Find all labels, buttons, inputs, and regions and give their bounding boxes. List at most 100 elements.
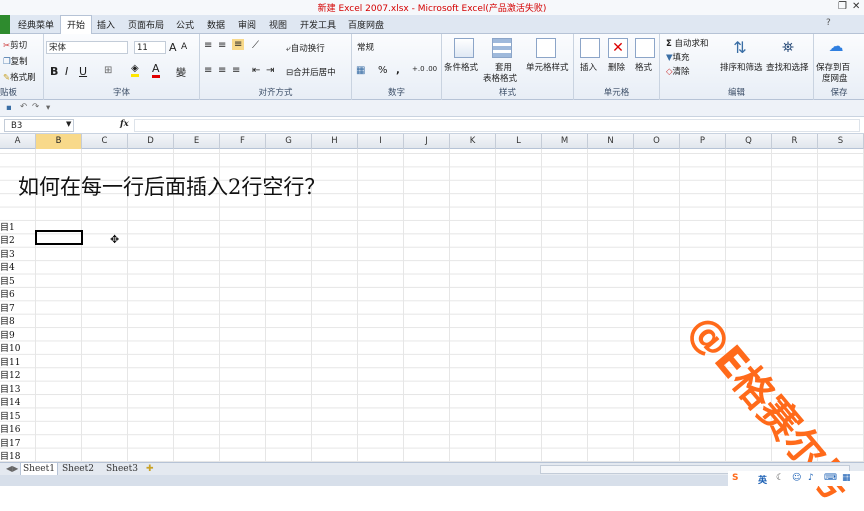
fill-color-icon[interactable]: ◈ bbox=[131, 63, 139, 77]
row-label-4[interactable]: 目4 bbox=[0, 260, 15, 273]
col-header-s[interactable]: S bbox=[818, 134, 864, 149]
row-label-2[interactable]: 目2 bbox=[0, 233, 15, 246]
align-left-icon[interactable]: ≡ bbox=[204, 65, 212, 76]
insert-cells-button[interactable]: 插入 bbox=[580, 61, 597, 73]
col-header-g[interactable]: G bbox=[266, 134, 312, 149]
fill-button[interactable]: ▼填充 bbox=[666, 51, 690, 63]
row-label-5[interactable]: 目5 bbox=[0, 274, 15, 287]
col-header-p[interactable]: P bbox=[680, 134, 726, 149]
col-header-n[interactable]: N bbox=[588, 134, 634, 149]
col-header-q[interactable]: Q bbox=[726, 134, 772, 149]
copy-button[interactable]: ❐复制 bbox=[3, 55, 28, 67]
customize-qat-icon[interactable]: ▾ bbox=[46, 103, 50, 113]
col-header-o[interactable]: O bbox=[634, 134, 680, 149]
clear-button[interactable]: ◇清除 bbox=[666, 65, 690, 77]
row-label-16[interactable]: 目16 bbox=[0, 422, 20, 435]
col-header-m[interactable]: M bbox=[542, 134, 588, 149]
row-label-18[interactable]: 目18 bbox=[0, 449, 20, 462]
align-middle-icon[interactable]: ≡ bbox=[218, 40, 226, 51]
keyboard-icon[interactable]: ⌨ bbox=[824, 473, 837, 483]
menu-view[interactable]: 视图 bbox=[269, 18, 287, 31]
orientation-icon[interactable]: ⟋ bbox=[252, 40, 259, 51]
col-header-b[interactable]: B bbox=[36, 134, 82, 149]
name-box[interactable]: B3 bbox=[4, 119, 74, 132]
menu-data[interactable]: 数据 bbox=[207, 18, 225, 31]
grid-icon[interactable]: ▦ bbox=[842, 473, 851, 483]
wrap-text-button[interactable]: ⤶自动换行 bbox=[286, 42, 325, 54]
col-header-r[interactable]: R bbox=[772, 134, 818, 149]
format-cells-button[interactable]: 格式 bbox=[635, 61, 652, 73]
row-label-10[interactable]: 目10 bbox=[0, 341, 20, 354]
row-label-8[interactable]: 目8 bbox=[0, 314, 15, 327]
help-icon[interactable]: ? bbox=[826, 18, 831, 28]
font-size-combo[interactable]: 11 bbox=[134, 41, 166, 54]
save-baidu-line2[interactable]: 度网盘 bbox=[822, 72, 848, 84]
cell-style-button[interactable]: 单元格样式 bbox=[526, 61, 569, 73]
menu-page-layout[interactable]: 页面布局 bbox=[128, 18, 164, 31]
shrink-font-icon[interactable]: A bbox=[181, 42, 187, 52]
office-button[interactable] bbox=[0, 15, 10, 34]
namebox-dropdown-icon[interactable]: ▼ bbox=[66, 120, 71, 128]
increase-indent-icon[interactable]: ⇥ bbox=[266, 65, 274, 76]
cut-button[interactable]: ✂剪切 bbox=[3, 39, 27, 51]
number-format-combo[interactable]: 常规 bbox=[354, 41, 438, 54]
row-label-14[interactable]: 目14 bbox=[0, 395, 20, 408]
row-label-13[interactable]: 目13 bbox=[0, 382, 20, 395]
delete-cells-button[interactable]: 删除 bbox=[608, 61, 625, 73]
menu-home[interactable]: 开始 bbox=[67, 18, 85, 31]
col-header-d[interactable]: D bbox=[128, 134, 174, 149]
align-right-icon[interactable]: ≡ bbox=[232, 65, 240, 76]
table-format-line2[interactable]: 表格格式 bbox=[483, 72, 517, 84]
ime-logo-icon[interactable]: S bbox=[732, 473, 738, 483]
align-center-icon[interactable]: ≡ bbox=[218, 65, 226, 76]
percent-button[interactable]: % bbox=[378, 65, 388, 76]
underline-button[interactable]: U bbox=[79, 65, 87, 78]
align-top-icon[interactable]: ≡ bbox=[204, 40, 212, 51]
col-header-c[interactable]: C bbox=[82, 134, 128, 149]
col-header-a[interactable]: A bbox=[0, 134, 36, 149]
close-icon[interactable]: ✕ bbox=[852, 1, 860, 12]
grow-font-icon[interactable]: A bbox=[169, 41, 177, 54]
format-painter-button[interactable]: ✎格式刷 bbox=[3, 71, 36, 83]
italic-button[interactable]: I bbox=[65, 65, 68, 78]
undo-icon[interactable]: ↶ bbox=[20, 102, 27, 112]
row-label-1[interactable]: 目1 bbox=[0, 220, 15, 233]
formula-input[interactable] bbox=[134, 119, 860, 132]
redo-icon[interactable]: ↷ bbox=[32, 102, 39, 112]
col-header-j[interactable]: J bbox=[404, 134, 450, 149]
save-icon[interactable]: ▪ bbox=[6, 103, 12, 113]
menu-insert[interactable]: 插入 bbox=[97, 18, 115, 31]
bold-button[interactable]: B bbox=[50, 65, 58, 78]
fx-icon[interactable]: fx bbox=[120, 119, 129, 129]
phonetic-icon[interactable]: 變 bbox=[176, 64, 186, 79]
currency-icon[interactable]: ▦ bbox=[356, 65, 365, 76]
row-label-6[interactable]: 目6 bbox=[0, 287, 15, 300]
restore-icon[interactable]: ❐ bbox=[838, 1, 847, 12]
font-color-icon[interactable]: A bbox=[152, 62, 160, 78]
increase-decimal-icon[interactable]: +.0 bbox=[412, 65, 425, 73]
menu-baidu[interactable]: 百度网盘 bbox=[348, 18, 384, 31]
menu-classic[interactable]: 经典菜单 bbox=[18, 18, 54, 31]
comma-button[interactable]: , bbox=[396, 65, 400, 76]
col-header-i[interactable]: I bbox=[358, 134, 404, 149]
row-label-15[interactable]: 目15 bbox=[0, 409, 20, 422]
autosum-button[interactable]: Σ 自动求和 bbox=[666, 37, 709, 49]
menu-formulas[interactable]: 公式 bbox=[176, 18, 194, 31]
selected-cell-b3[interactable] bbox=[35, 230, 83, 245]
ime-language[interactable]: 英 bbox=[758, 473, 767, 486]
row-label-11[interactable]: 目11 bbox=[0, 355, 20, 368]
font-name-combo[interactable]: 宋体 bbox=[46, 41, 128, 54]
menu-developer[interactable]: 开发工具 bbox=[300, 18, 336, 31]
col-header-l[interactable]: L bbox=[496, 134, 542, 149]
find-select-button[interactable]: 查找和选择 bbox=[766, 61, 809, 73]
row-label-9[interactable]: 目9 bbox=[0, 328, 15, 341]
mic-icon[interactable]: ♪ bbox=[808, 473, 814, 483]
merge-center-button[interactable]: ⊟合并后居中 bbox=[286, 66, 336, 78]
align-bottom-icon[interactable]: ≡ bbox=[232, 39, 245, 50]
row-label-12[interactable]: 目12 bbox=[0, 368, 20, 381]
decrease-decimal-icon[interactable]: .00 bbox=[426, 65, 437, 73]
question-text[interactable]: 如何在每一行后面插入2行空行？ bbox=[18, 171, 325, 201]
col-header-h[interactable]: H bbox=[312, 134, 358, 149]
col-header-k[interactable]: K bbox=[450, 134, 496, 149]
emoji-icon[interactable]: ☺ bbox=[792, 473, 801, 483]
